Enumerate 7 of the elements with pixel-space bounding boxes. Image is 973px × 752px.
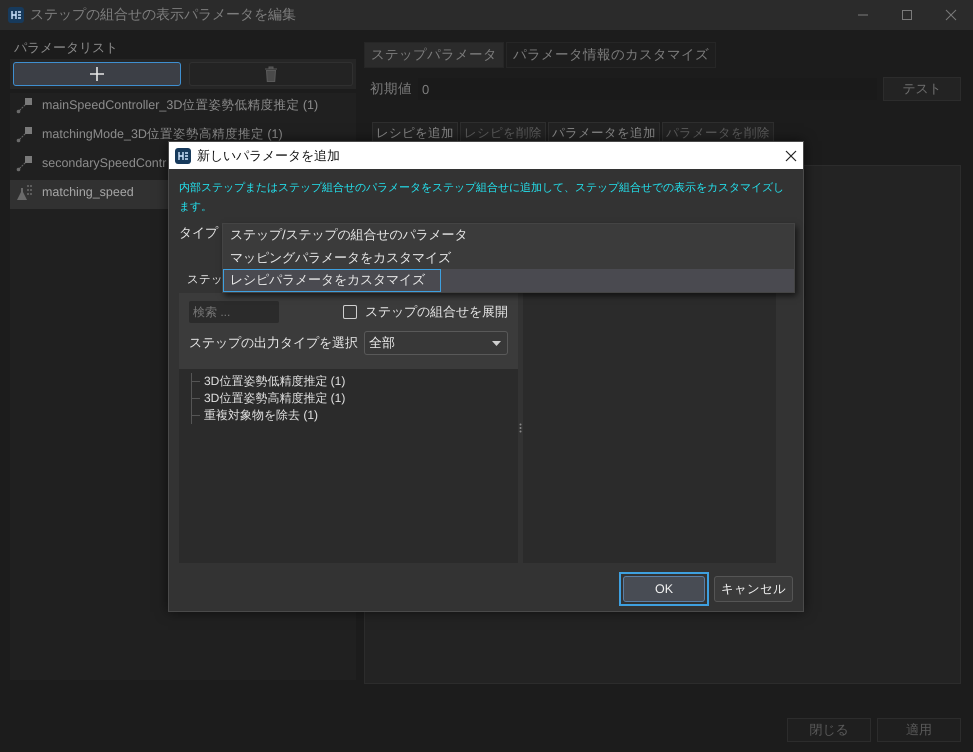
step-label: ステッ [187, 272, 223, 286]
type-label: タイプ [179, 224, 218, 242]
output-type-label: ステップの出力タイプを選択 [189, 334, 358, 352]
list-heading: パラメータリスト [14, 40, 119, 55]
window-title: ステップの組合せの表示パラメータを編集 [30, 6, 297, 24]
field-label: 初期値 [370, 80, 412, 98]
description-text: 内部ステップまたはステップ組合せのパラメータをステップ組合せに追加して、ステップ組合せでの表示をカスタマイズします。 [179, 180, 785, 215]
